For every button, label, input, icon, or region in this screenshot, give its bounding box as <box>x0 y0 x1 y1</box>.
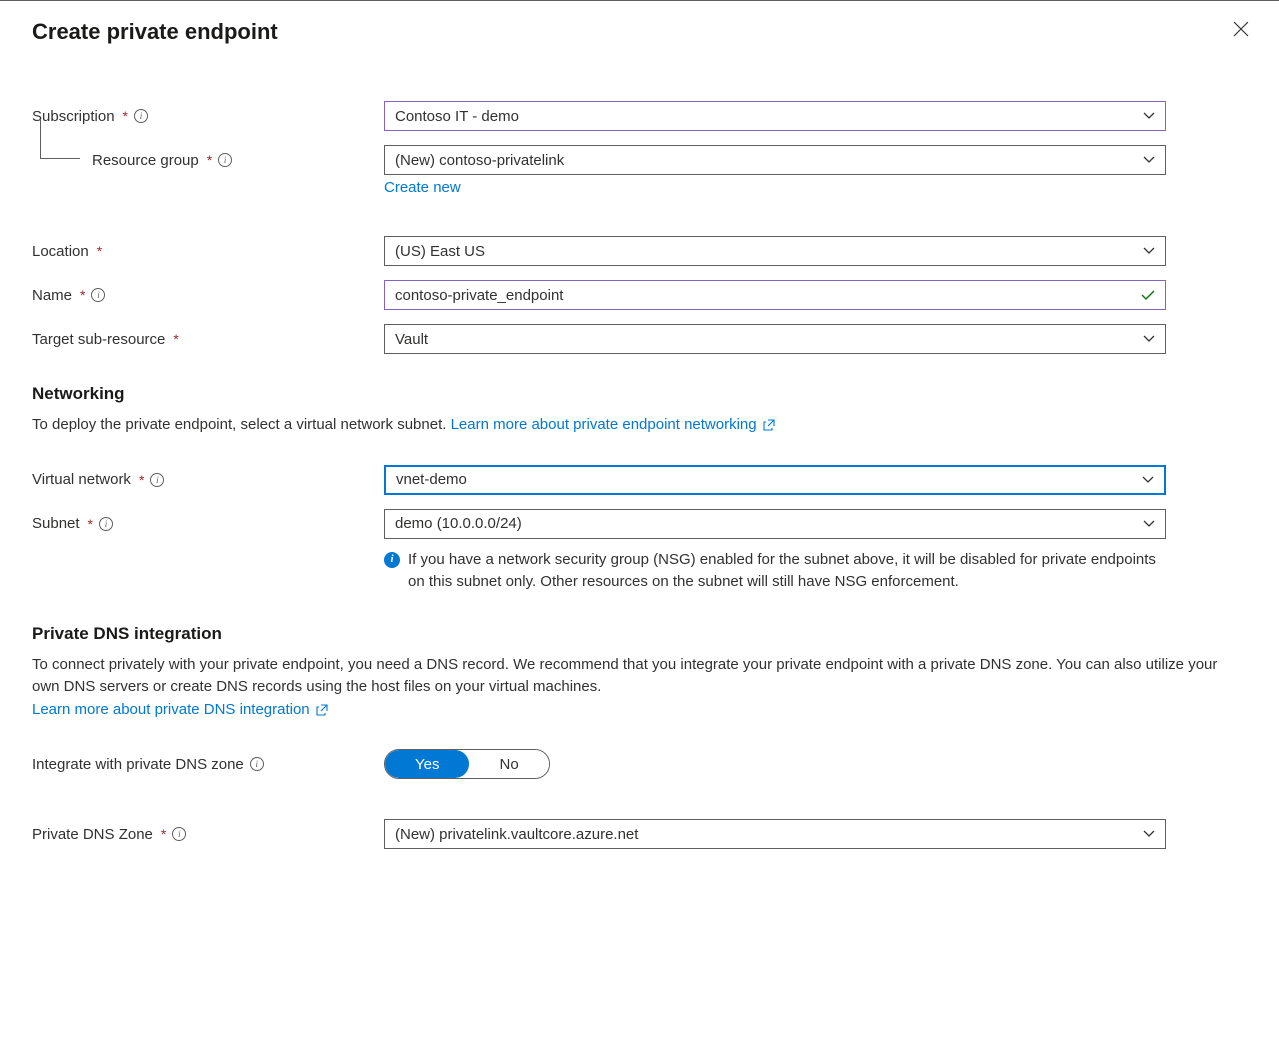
target-sub-resource-value: Vault <box>395 331 428 348</box>
location-select[interactable]: (US) East US <box>384 236 1166 266</box>
resource-group-value: (New) contoso-privatelink <box>395 152 564 169</box>
chevron-down-icon <box>1142 476 1154 484</box>
networking-section-desc: To deploy the private endpoint, select a… <box>32 414 1247 437</box>
chevron-down-icon <box>1143 335 1155 343</box>
virtual-network-label: Virtual network <box>32 471 131 488</box>
integrate-dns-no[interactable]: No <box>469 750 548 778</box>
chevron-down-icon <box>1143 247 1155 255</box>
info-icon[interactable]: i <box>99 517 113 531</box>
private-dns-zone-value: (New) privatelink.vaultcore.azure.net <box>395 826 638 843</box>
target-sub-resource-select[interactable]: Vault <box>384 324 1166 354</box>
resource-group-label: Resource group <box>92 152 199 169</box>
integrate-dns-yes[interactable]: Yes <box>385 750 469 778</box>
info-icon[interactable]: i <box>172 827 186 841</box>
nsg-info-text: If you have a network security group (NS… <box>408 549 1166 594</box>
info-icon[interactable]: i <box>218 153 232 167</box>
required-indicator: * <box>97 243 102 259</box>
networking-learn-more-link[interactable]: Learn more about private endpoint networ… <box>451 416 775 433</box>
info-icon[interactable]: i <box>250 757 264 771</box>
location-value: (US) East US <box>395 243 485 260</box>
subnet-select[interactable]: demo (10.0.0.0/24) <box>384 509 1166 539</box>
dns-section-title: Private DNS integration <box>32 624 1247 644</box>
required-indicator: * <box>88 516 93 532</box>
required-indicator: * <box>173 331 178 347</box>
required-indicator: * <box>123 108 128 124</box>
info-icon[interactable]: i <box>91 288 105 302</box>
name-value: contoso-private_endpoint <box>395 287 563 304</box>
info-icon[interactable]: i <box>150 473 164 487</box>
info-badge-icon: i <box>384 552 400 568</box>
close-icon <box>1233 21 1249 37</box>
page-title: Create private endpoint <box>32 19 1247 45</box>
nsg-info-note: i If you have a network security group (… <box>384 549 1166 594</box>
private-dns-zone-select[interactable]: (New) privatelink.vaultcore.azure.net <box>384 819 1166 849</box>
integrate-dns-toggle: Yes No <box>384 749 550 779</box>
virtual-network-value: vnet-demo <box>396 471 467 488</box>
required-indicator: * <box>139 472 144 488</box>
location-label: Location <box>32 243 89 260</box>
subnet-label: Subnet <box>32 515 80 532</box>
subscription-select[interactable]: Contoso IT - demo <box>384 101 1166 131</box>
subscription-value: Contoso IT - demo <box>395 108 519 125</box>
dns-section-desc: To connect privately with your private e… <box>32 654 1247 722</box>
required-indicator: * <box>207 152 212 168</box>
name-label: Name <box>32 287 72 304</box>
external-link-icon <box>763 419 775 431</box>
external-link-icon <box>316 704 328 716</box>
chevron-down-icon <box>1143 830 1155 838</box>
chevron-down-icon <box>1143 156 1155 164</box>
target-sub-resource-label: Target sub-resource <box>32 331 165 348</box>
required-indicator: * <box>161 826 166 842</box>
close-button[interactable] <box>1227 15 1255 43</box>
subnet-value: demo (10.0.0.0/24) <box>395 515 522 532</box>
networking-section-title: Networking <box>32 384 1247 404</box>
info-icon[interactable]: i <box>134 109 148 123</box>
dns-learn-more-link[interactable]: Learn more about private DNS integration <box>32 701 328 718</box>
create-new-link[interactable]: Create new <box>384 179 461 196</box>
tree-connector <box>40 119 80 159</box>
check-icon <box>1141 290 1155 301</box>
chevron-down-icon <box>1143 520 1155 528</box>
resource-group-select[interactable]: (New) contoso-privatelink <box>384 145 1166 175</box>
integrate-dns-label: Integrate with private DNS zone <box>32 756 244 773</box>
chevron-down-icon <box>1143 112 1155 120</box>
name-input[interactable]: contoso-private_endpoint <box>384 280 1166 310</box>
required-indicator: * <box>80 287 85 303</box>
private-dns-zone-label: Private DNS Zone <box>32 826 153 843</box>
virtual-network-select[interactable]: vnet-demo <box>384 465 1166 495</box>
